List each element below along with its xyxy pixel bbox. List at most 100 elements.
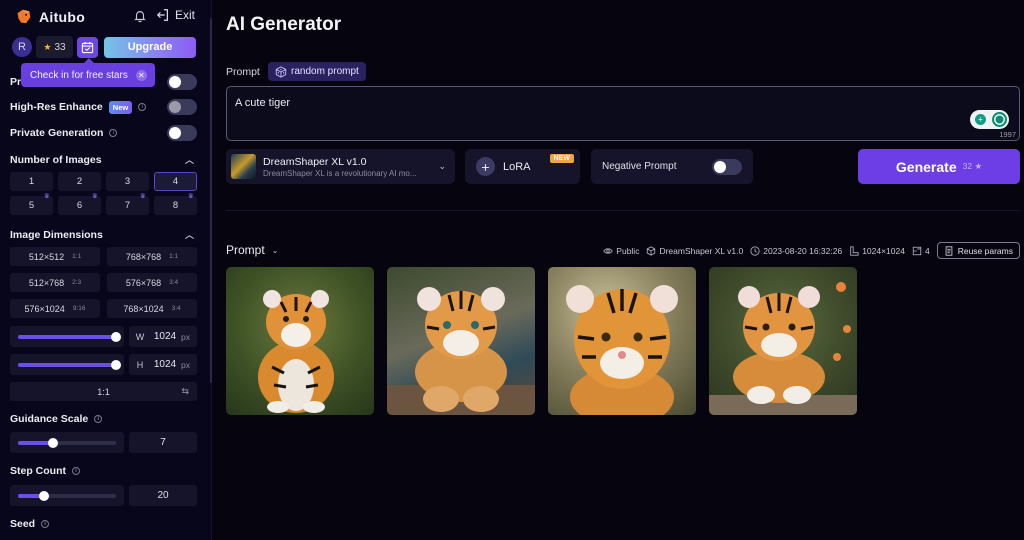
image-count-option-selected[interactable]: 4 [154, 172, 197, 191]
image-count-option[interactable]: 2 [58, 172, 101, 191]
image-count-option[interactable]: ♛ 8 [154, 193, 197, 215]
checkin-button[interactable] [77, 36, 98, 58]
image-count-option[interactable]: ♛ 6 [58, 193, 101, 215]
info-icon[interactable]: i [72, 467, 80, 475]
timestamp-value: 2023-08-20 16:32:26 [763, 245, 843, 256]
option-label: 7 [124, 200, 131, 211]
visibility-meta: Public [603, 246, 639, 256]
lightbulb-icon[interactable]: + [975, 114, 986, 125]
width-input[interactable]: W 1024 px [129, 326, 197, 347]
slider-track [18, 438, 116, 448]
crown-icon: ♛ [139, 193, 146, 200]
plus-icon: + [476, 157, 495, 176]
preset-size: 576×768 [125, 277, 162, 288]
ruler-icon [850, 245, 859, 256]
section-title: Step Count [10, 465, 66, 477]
dimension-preset[interactable]: 768×1024 3:4 [107, 299, 197, 318]
random-prompt-button[interactable]: random prompt [268, 62, 366, 81]
seed-header: Seed i [10, 518, 197, 530]
calendar-check-icon [81, 41, 94, 53]
section-title: Number of Images [10, 153, 102, 166]
prompt-assistant-widget[interactable]: + [970, 110, 1009, 129]
chevron-up-icon: ︿ [184, 155, 194, 165]
toggle-knob [169, 127, 181, 139]
prompt-text[interactable]: A cute tiger [235, 97, 290, 109]
toggle-switch[interactable] [167, 74, 197, 90]
info-icon[interactable]: i [109, 129, 118, 137]
number-of-images-grid: 1 2 3 4 ♛ 5 ♛ 6 ♛ 7 ♛ 8 [10, 172, 197, 215]
count-meta: 4 [912, 246, 930, 256]
negative-prompt-toggle[interactable] [712, 159, 742, 175]
image-count-option[interactable]: ♛ 5 [10, 193, 53, 215]
width-value[interactable]: 1024 [149, 331, 181, 342]
stars-count: 33 [54, 41, 66, 53]
close-icon[interactable]: ✕ [135, 69, 147, 81]
info-icon[interactable]: i [41, 520, 50, 528]
step-count-input[interactable]: 20 [129, 485, 197, 506]
guidance-scale-input[interactable]: 7 [129, 432, 197, 453]
height-slider[interactable] [10, 354, 124, 375]
new-badge: NEW [549, 154, 574, 163]
image-count-option[interactable]: 1 [10, 172, 53, 191]
negative-prompt-label: Negative Prompt [602, 161, 677, 172]
bell-icon[interactable] [133, 9, 147, 23]
prompt-input[interactable]: A cute tiger + 1997 [226, 86, 1020, 141]
preset-size: 768×1024 [123, 303, 164, 314]
slider-handle[interactable] [111, 360, 121, 370]
model-selector[interactable]: DreamShaper XL v1.0 DreamShaper XL is a … [226, 149, 455, 184]
step-count-slider[interactable] [10, 485, 124, 506]
lora-button[interactable]: + LoRA NEW [465, 149, 580, 184]
preset-ratio: 1:1 [169, 253, 179, 260]
tiger-illustration [258, 290, 334, 413]
info-icon[interactable]: i [138, 103, 147, 111]
preset-ratio: 2:3 [72, 279, 82, 286]
width-slider[interactable] [10, 326, 124, 347]
dimension-preset[interactable]: 512×512 1:1 [10, 247, 100, 266]
dimension-preset[interactable]: 576×768 3:4 [107, 273, 197, 292]
slider-handle[interactable] [111, 332, 121, 342]
timestamp-meta: 2023-08-20 16:32:26 [750, 246, 842, 256]
number-of-images-header[interactable]: Number of Images ︿ [10, 153, 197, 166]
upgrade-button[interactable]: Upgrade [104, 36, 196, 58]
generate-button[interactable]: Generate 32 ★ [858, 149, 1020, 184]
assistant-icon[interactable] [992, 112, 1007, 127]
image-count-option[interactable]: 3 [106, 172, 149, 191]
generated-image[interactable] [709, 267, 857, 415]
option-label: 6 [76, 200, 83, 211]
slider-handle[interactable] [39, 491, 50, 501]
page-title: AI Generator [226, 14, 342, 35]
reuse-params-button[interactable]: Reuse params [936, 242, 1020, 259]
dimension-presets: 512×512 1:1 768×768 1:1 512×768 2:3 576×768… [10, 247, 197, 318]
info-icon[interactable]: i [94, 415, 103, 423]
image-dimensions-header[interactable]: Image Dimensions ︿ [10, 228, 197, 241]
generated-image[interactable] [387, 267, 535, 415]
sidebar: Aitubo Exit R ★ 33 Upgrade Check in for … [0, 0, 212, 540]
toggle-switch[interactable] [167, 99, 197, 115]
generated-image[interactable] [226, 267, 374, 415]
slider-handle[interactable] [48, 438, 59, 448]
dimension-preset[interactable]: 768×768 1:1 [107, 247, 197, 266]
swap-icon[interactable]: ⇆ [181, 386, 189, 397]
stars-balance[interactable]: ★ 33 [36, 36, 73, 58]
image-count-option[interactable]: ♛ 7 [106, 193, 149, 215]
dimension-preset[interactable]: 512×768 2:3 [10, 273, 100, 292]
brand[interactable]: Aitubo [15, 8, 85, 25]
avatar[interactable]: R [12, 37, 32, 57]
result-prompt-toggle[interactable]: Prompt ⌄ [226, 243, 278, 257]
toggle-label: High-Res Enhance [10, 101, 103, 113]
height-input[interactable]: H 1024 px [129, 354, 197, 375]
height-value[interactable]: 1024 [149, 359, 181, 370]
checkin-tooltip: Check in for free stars ✕ [21, 58, 155, 87]
dimensions-value: 1024×1024 [862, 245, 905, 256]
aspect-ratio-bar[interactable]: 1:1 ⇆ [10, 382, 197, 401]
dimension-preset[interactable]: 576×1024 9:16 [10, 299, 100, 318]
sidebar-scrollbar[interactable] [210, 18, 212, 383]
generated-image[interactable] [548, 267, 696, 415]
option-label: 3 [124, 176, 131, 187]
guidance-scale-slider[interactable] [10, 432, 124, 453]
toggle-switch[interactable] [167, 125, 197, 141]
random-prompt-label: random prompt [291, 66, 359, 77]
exit-button[interactable]: Exit [156, 8, 195, 22]
crown-icon: ♛ [91, 193, 98, 200]
app-root: Aitubo Exit R ★ 33 Upgrade Check in for … [0, 0, 1024, 540]
